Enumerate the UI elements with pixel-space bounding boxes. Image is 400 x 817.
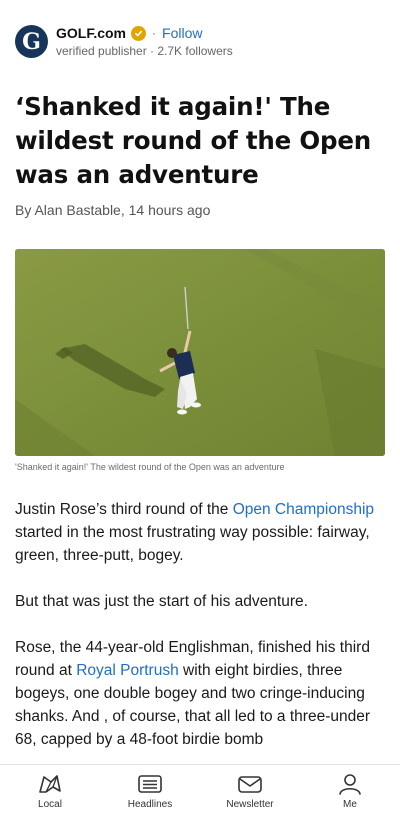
mail-icon xyxy=(238,776,262,793)
nav-item-newsletter[interactable]: Newsletter xyxy=(210,765,290,817)
article-body: Justin Rose’s third round of the Open Ch… xyxy=(15,498,385,774)
article-byline: By Alan Bastable, 14 hours ago xyxy=(15,202,211,218)
article-paragraph: Rose, the 44-year-old Englishman, finish… xyxy=(15,639,370,748)
verified-badge-icon xyxy=(131,25,147,41)
nav-label-newsletter: Newsletter xyxy=(226,799,274,810)
newspaper-icon xyxy=(138,775,162,793)
nav-label-me: Me xyxy=(343,799,357,810)
nav-label-local: Local xyxy=(38,799,62,810)
bottom-navigation: Local Headlines Newsletter Me xyxy=(0,764,400,817)
publisher-header: G GOLF.com · Follow verified publisher ·… xyxy=(15,24,385,64)
follow-button[interactable]: Follow xyxy=(162,25,202,41)
nav-item-me[interactable]: Me xyxy=(310,765,390,817)
person-icon xyxy=(339,774,361,795)
article-paragraph: But that was just the start of his adven… xyxy=(15,593,308,610)
image-caption: 'Shanked it again!' The wildest round of… xyxy=(15,462,285,472)
nav-item-local[interactable]: Local xyxy=(10,765,90,817)
nav-item-headlines[interactable]: Headlines xyxy=(110,765,190,817)
nav-label-headlines: Headlines xyxy=(127,799,173,810)
publisher-name[interactable]: GOLF.com xyxy=(56,25,126,41)
open-championship-link[interactable]: Open Championship xyxy=(233,501,374,518)
article-hero-image[interactable] xyxy=(15,249,385,456)
map-icon xyxy=(39,775,61,793)
publisher-subtitle: verified publisher · 2.7K followers xyxy=(56,44,233,58)
article-paragraph: Justin Rose’s third round of the Open Ch… xyxy=(15,501,375,564)
article-headline: ‘Shanked it again!' The wildest round of… xyxy=(15,92,372,189)
publisher-logo[interactable]: G xyxy=(15,25,48,58)
separator: · xyxy=(152,26,157,40)
royal-portrush-link[interactable]: Royal Portrush xyxy=(76,662,179,679)
